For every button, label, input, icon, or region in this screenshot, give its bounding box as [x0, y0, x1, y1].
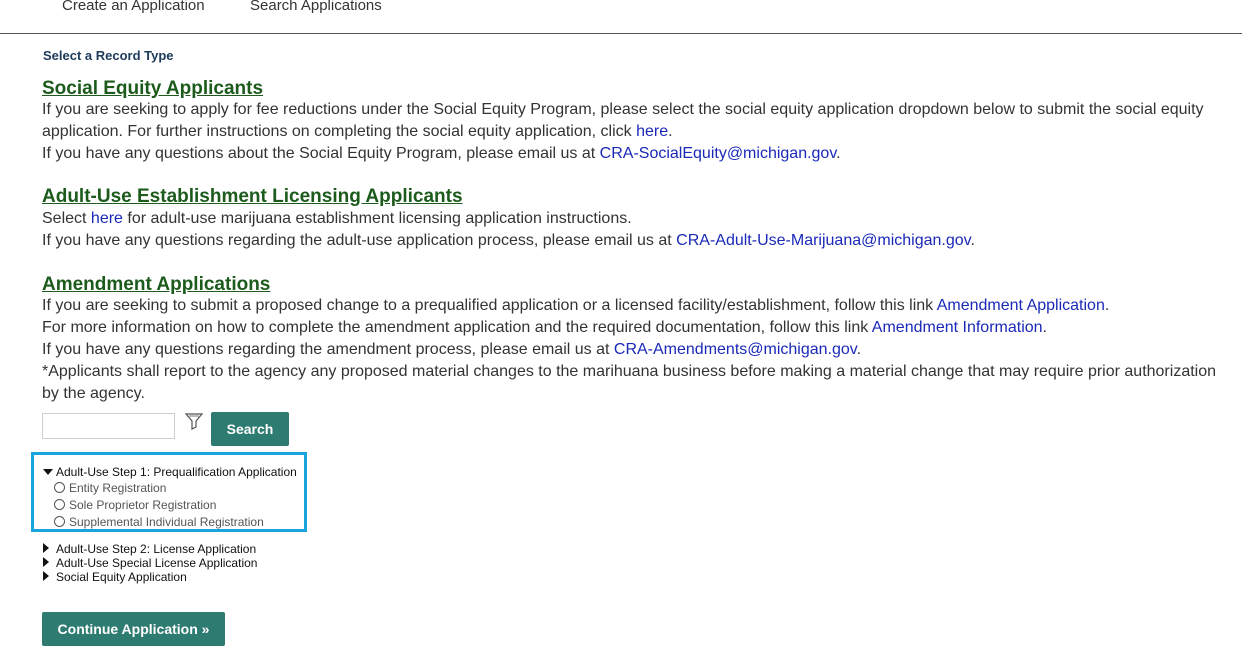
tree-node-social-equity[interactable]: Social Equity Application	[43, 570, 187, 584]
continue-application-button[interactable]: Continue Application »	[42, 612, 225, 646]
amendment-note: *Applicants shall report to the agency a…	[42, 363, 1217, 402]
radio-label: Sole Proprietor Registration	[69, 498, 217, 512]
filter-icon[interactable]	[184, 412, 204, 430]
punct: .	[970, 232, 975, 249]
search-input[interactable]	[42, 413, 175, 439]
radio-label: Supplemental Individual Registration	[69, 515, 264, 529]
adult-use-line1-pre: Select	[42, 210, 91, 227]
tree-node-step2[interactable]: Adult-Use Step 2: License Application	[43, 542, 256, 556]
radio-sole-proprietor-registration[interactable]: Sole Proprietor Registration	[54, 498, 216, 512]
social-equity-heading: Social Equity Applicants	[42, 78, 264, 99]
amendment-text: If you are seeking to submit a proposed …	[42, 295, 1227, 405]
tab-search-applications[interactable]: Search Applications	[250, 0, 382, 14]
radio-supplemental-individual-registration[interactable]: Supplemental Individual Registration	[54, 515, 264, 529]
tree-node-label: Adult-Use Step 1: Prequalification Appli…	[56, 465, 297, 479]
amendment-email-link[interactable]: CRA-Amendments@michigan.gov	[614, 341, 857, 358]
amendment-application-link[interactable]: Amendment Application	[937, 297, 1105, 314]
record-type-label: Select a Record Type	[43, 48, 174, 63]
amendment-information-link[interactable]: Amendment Information	[872, 319, 1043, 336]
punct: .	[1104, 297, 1110, 314]
radio-icon[interactable]	[54, 499, 65, 510]
tree-node-label: Social Equity Application	[56, 570, 187, 584]
adult-use-instructions-link[interactable]: here	[91, 210, 123, 227]
radio-entity-registration[interactable]: Entity Registration	[54, 481, 166, 495]
social-equity-instructions-link[interactable]: here	[636, 123, 668, 140]
social-equity-email-link[interactable]: CRA-SocialEquity@michigan.gov	[600, 145, 836, 162]
tree-node-label: Adult-Use Special License Application	[56, 556, 258, 570]
caret-right-icon[interactable]	[43, 571, 49, 581]
tree-node-special-license[interactable]: Adult-Use Special License Application	[43, 556, 257, 570]
radio-icon[interactable]	[54, 516, 65, 527]
amendment-line3: If you have any questions regarding the …	[42, 341, 614, 358]
caret-down-icon[interactable]	[43, 469, 53, 475]
punct: .	[1042, 319, 1047, 336]
adult-use-heading: Adult-Use Establishment Licensing Applic…	[42, 186, 463, 207]
amendment-line2: For more information on how to complete …	[42, 319, 872, 336]
top-nav: Create an Application Search Application…	[0, 0, 1242, 34]
social-equity-line2: If you have any questions about the Soci…	[42, 145, 600, 162]
caret-right-icon[interactable]	[43, 557, 49, 567]
adult-use-line2: If you have any questions regarding the …	[42, 232, 677, 249]
radio-label: Entity Registration	[69, 481, 167, 495]
adult-use-text: Select here for adult-use marijuana esta…	[42, 208, 1227, 252]
punct: .	[856, 341, 862, 358]
adult-use-email-link[interactable]: CRA-Adult-Use-Marijuana@michigan.gov	[676, 232, 970, 249]
tree-node-label: Adult-Use Step 2: License Application	[56, 542, 257, 556]
punct: .	[836, 145, 841, 162]
punct: .	[668, 123, 673, 140]
tab-create-application[interactable]: Create an Application	[62, 0, 205, 14]
search-button[interactable]: Search	[211, 412, 289, 446]
amendment-heading: Amendment Applications	[42, 274, 271, 295]
radio-icon[interactable]	[54, 482, 65, 493]
social-equity-text: If you are seeking to apply for fee redu…	[42, 99, 1227, 165]
social-equity-line1: If you are seeking to apply for fee redu…	[42, 101, 1204, 140]
tree-node-step1[interactable]: Adult-Use Step 1: Prequalification Appli…	[43, 465, 297, 479]
amendment-line1: If you are seeking to submit a proposed …	[42, 297, 937, 314]
adult-use-line1-post: for adult-use marijuana establishment li…	[122, 210, 632, 227]
caret-right-icon[interactable]	[43, 543, 49, 553]
